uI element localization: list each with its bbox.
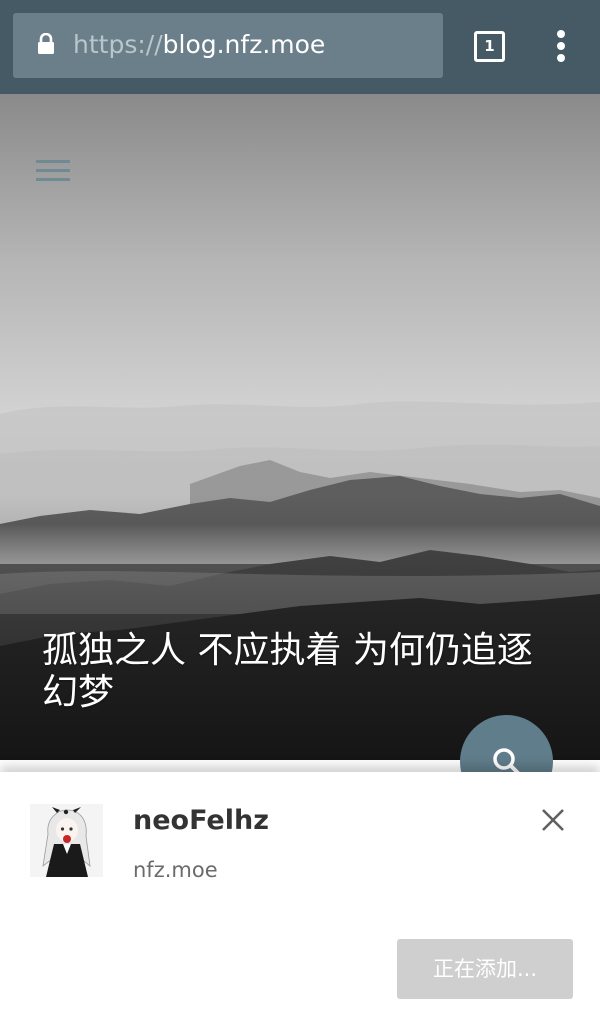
anime-girl-avatar bbox=[30, 804, 103, 877]
browser-page: https://blog.nfz.moe 1 孤独之人 不应执着 为何仍追逐幻梦… bbox=[0, 0, 600, 1026]
add-button[interactable]: 正在添加... bbox=[397, 939, 573, 999]
close-icon[interactable] bbox=[541, 808, 565, 832]
hamburger-icon[interactable] bbox=[36, 160, 70, 186]
lock-icon bbox=[38, 33, 54, 54]
url-bar[interactable]: https://blog.nfz.moe bbox=[13, 13, 443, 78]
hero-title: 孤独之人 不应执着 为何仍追逐幻梦 bbox=[42, 630, 533, 713]
browser-toolbar: https://blog.nfz.moe 1 bbox=[0, 0, 600, 94]
tab-switcher-button[interactable]: 1 bbox=[474, 31, 505, 62]
app-name: neoFelhz bbox=[133, 805, 269, 836]
app-url: nfz.moe bbox=[133, 858, 218, 882]
add-to-home-sheet: neoFelhz nfz.moe 正在添加... bbox=[0, 772, 600, 1026]
url-host: blog.nfz.moe bbox=[162, 30, 326, 59]
overflow-menu-icon[interactable] bbox=[548, 28, 576, 64]
url-scheme: https:// bbox=[73, 30, 163, 59]
url-text: https://blog.nfz.moe bbox=[73, 29, 325, 61]
hero-banner: 孤独之人 不应执着 为何仍追逐幻梦 bbox=[0, 94, 600, 760]
